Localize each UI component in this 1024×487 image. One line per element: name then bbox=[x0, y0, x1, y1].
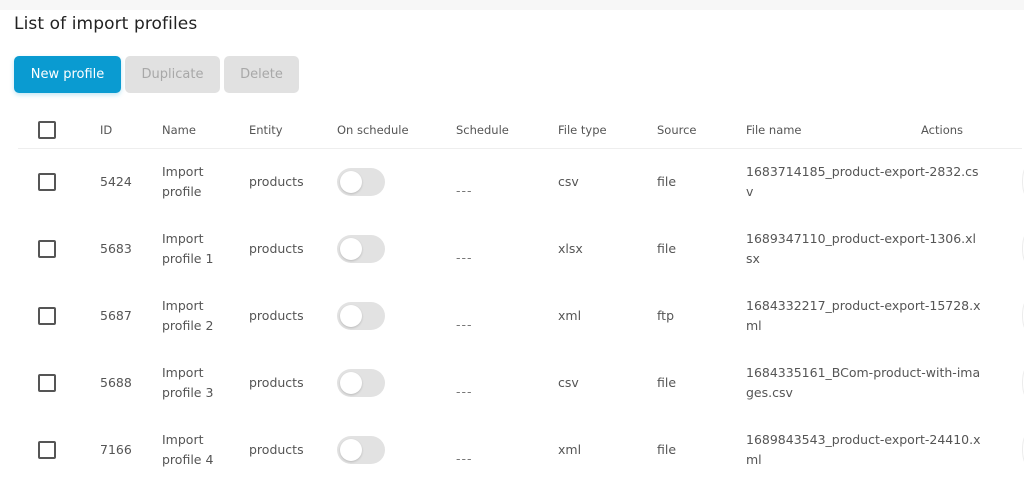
header-source: Source bbox=[657, 112, 746, 149]
cell-source: ftp bbox=[657, 307, 675, 323]
cell-schedule: --- bbox=[456, 249, 473, 265]
table-body: 5424 Import profile products --- csv fil… bbox=[18, 148, 1024, 483]
cell-schedule: --- bbox=[456, 182, 473, 198]
top-strip bbox=[0, 0, 1024, 10]
cell-name[interactable]: Import profile 2 bbox=[162, 282, 249, 349]
toggle-knob bbox=[340, 371, 362, 394]
cell-file-type: xml bbox=[558, 441, 582, 457]
row-checkbox[interactable] bbox=[38, 374, 56, 392]
page-title: List of import profiles bbox=[14, 14, 198, 34]
cell-file-name: 1683714185_product-export-2832.csv bbox=[746, 163, 979, 199]
table-row: 5683 Import profile 1 products --- xlsx … bbox=[18, 215, 1024, 282]
cell-file-type: xml bbox=[558, 307, 582, 323]
cell-file-type: xlsx bbox=[558, 240, 583, 256]
cell-file-name: 1684332217_product-export-15728.xml bbox=[746, 297, 981, 333]
toggle-knob bbox=[340, 170, 362, 193]
toggle-knob bbox=[340, 304, 362, 327]
cell-schedule: --- bbox=[456, 383, 473, 399]
cell-file-type: csv bbox=[558, 374, 579, 390]
cell-source: file bbox=[657, 240, 677, 256]
cell-file-name: 1689843543_product-export-24410.xml bbox=[746, 431, 981, 467]
header-on-schedule: On schedule bbox=[337, 112, 456, 149]
table-row: 5687 Import profile 2 products --- xml f… bbox=[18, 282, 1024, 349]
cell-name[interactable]: Import profile 1 bbox=[162, 215, 249, 282]
table-header-row: ID Name Entity On schedule Schedule File… bbox=[18, 112, 1022, 149]
cell-entity: products bbox=[249, 240, 304, 256]
cell-entity: products bbox=[249, 441, 304, 457]
on-schedule-toggle[interactable] bbox=[337, 368, 385, 397]
header-schedule: Schedule bbox=[456, 112, 558, 149]
toolbar: New profile Duplicate Delete bbox=[14, 56, 299, 93]
row-checkbox[interactable] bbox=[38, 307, 56, 325]
header-name: Name bbox=[162, 112, 249, 149]
new-profile-button[interactable]: New profile bbox=[14, 56, 121, 93]
table-row: 7166 Import profile 4 products --- xml f… bbox=[18, 416, 1024, 483]
cell-file-name: 1684335161_BCom-product-with-images.csv bbox=[746, 364, 981, 400]
cell-id: 5683 bbox=[100, 240, 132, 256]
cell-source: file bbox=[657, 173, 677, 189]
table-row: 5424 Import profile products --- csv fil… bbox=[18, 148, 1024, 215]
cell-name[interactable]: Import profile 3 bbox=[162, 349, 249, 416]
header-entity: Entity bbox=[249, 112, 337, 149]
cell-schedule: --- bbox=[456, 316, 473, 332]
row-checkbox[interactable] bbox=[38, 173, 56, 192]
cell-entity: products bbox=[249, 374, 304, 390]
toggle-knob bbox=[340, 438, 362, 461]
cell-file-name: 1689347110_product-export-1306.xlsx bbox=[746, 230, 977, 266]
cell-schedule: --- bbox=[456, 450, 473, 466]
on-schedule-toggle[interactable] bbox=[337, 435, 385, 464]
cell-name[interactable]: Import profile bbox=[162, 148, 249, 215]
profiles-table: ID Name Entity On schedule Schedule File… bbox=[18, 112, 1024, 483]
on-schedule-toggle[interactable] bbox=[337, 301, 385, 330]
cell-source: file bbox=[657, 374, 677, 390]
row-checkbox[interactable] bbox=[38, 240, 56, 258]
header-select-all-cell bbox=[18, 112, 100, 149]
select-all-checkbox[interactable] bbox=[38, 120, 56, 139]
row-checkbox[interactable] bbox=[38, 441, 56, 459]
header-actions: Actions bbox=[921, 112, 1022, 149]
cell-id: 5688 bbox=[100, 374, 132, 390]
on-schedule-toggle[interactable] bbox=[337, 234, 385, 263]
on-schedule-toggle[interactable] bbox=[337, 167, 385, 196]
delete-button[interactable]: Delete bbox=[224, 56, 299, 93]
duplicate-button[interactable]: Duplicate bbox=[125, 56, 220, 93]
header-file-name: File name bbox=[746, 112, 921, 149]
cell-entity: products bbox=[249, 173, 304, 189]
import-profiles-page: List of import profiles New profile Dupl… bbox=[0, 0, 1024, 487]
header-file-type: File type bbox=[558, 112, 657, 149]
header-id: ID bbox=[100, 112, 162, 149]
cell-file-type: csv bbox=[558, 173, 579, 189]
cell-id: 7166 bbox=[100, 441, 132, 457]
cell-entity: products bbox=[249, 307, 304, 323]
cell-id: 5687 bbox=[100, 307, 132, 323]
cell-id: 5424 bbox=[100, 173, 132, 189]
table-row: 5688 Import profile 3 products --- csv f… bbox=[18, 349, 1024, 416]
toggle-knob bbox=[340, 237, 362, 260]
cell-name[interactable]: Import profile 4 bbox=[162, 416, 249, 483]
cell-source: file bbox=[657, 441, 677, 457]
